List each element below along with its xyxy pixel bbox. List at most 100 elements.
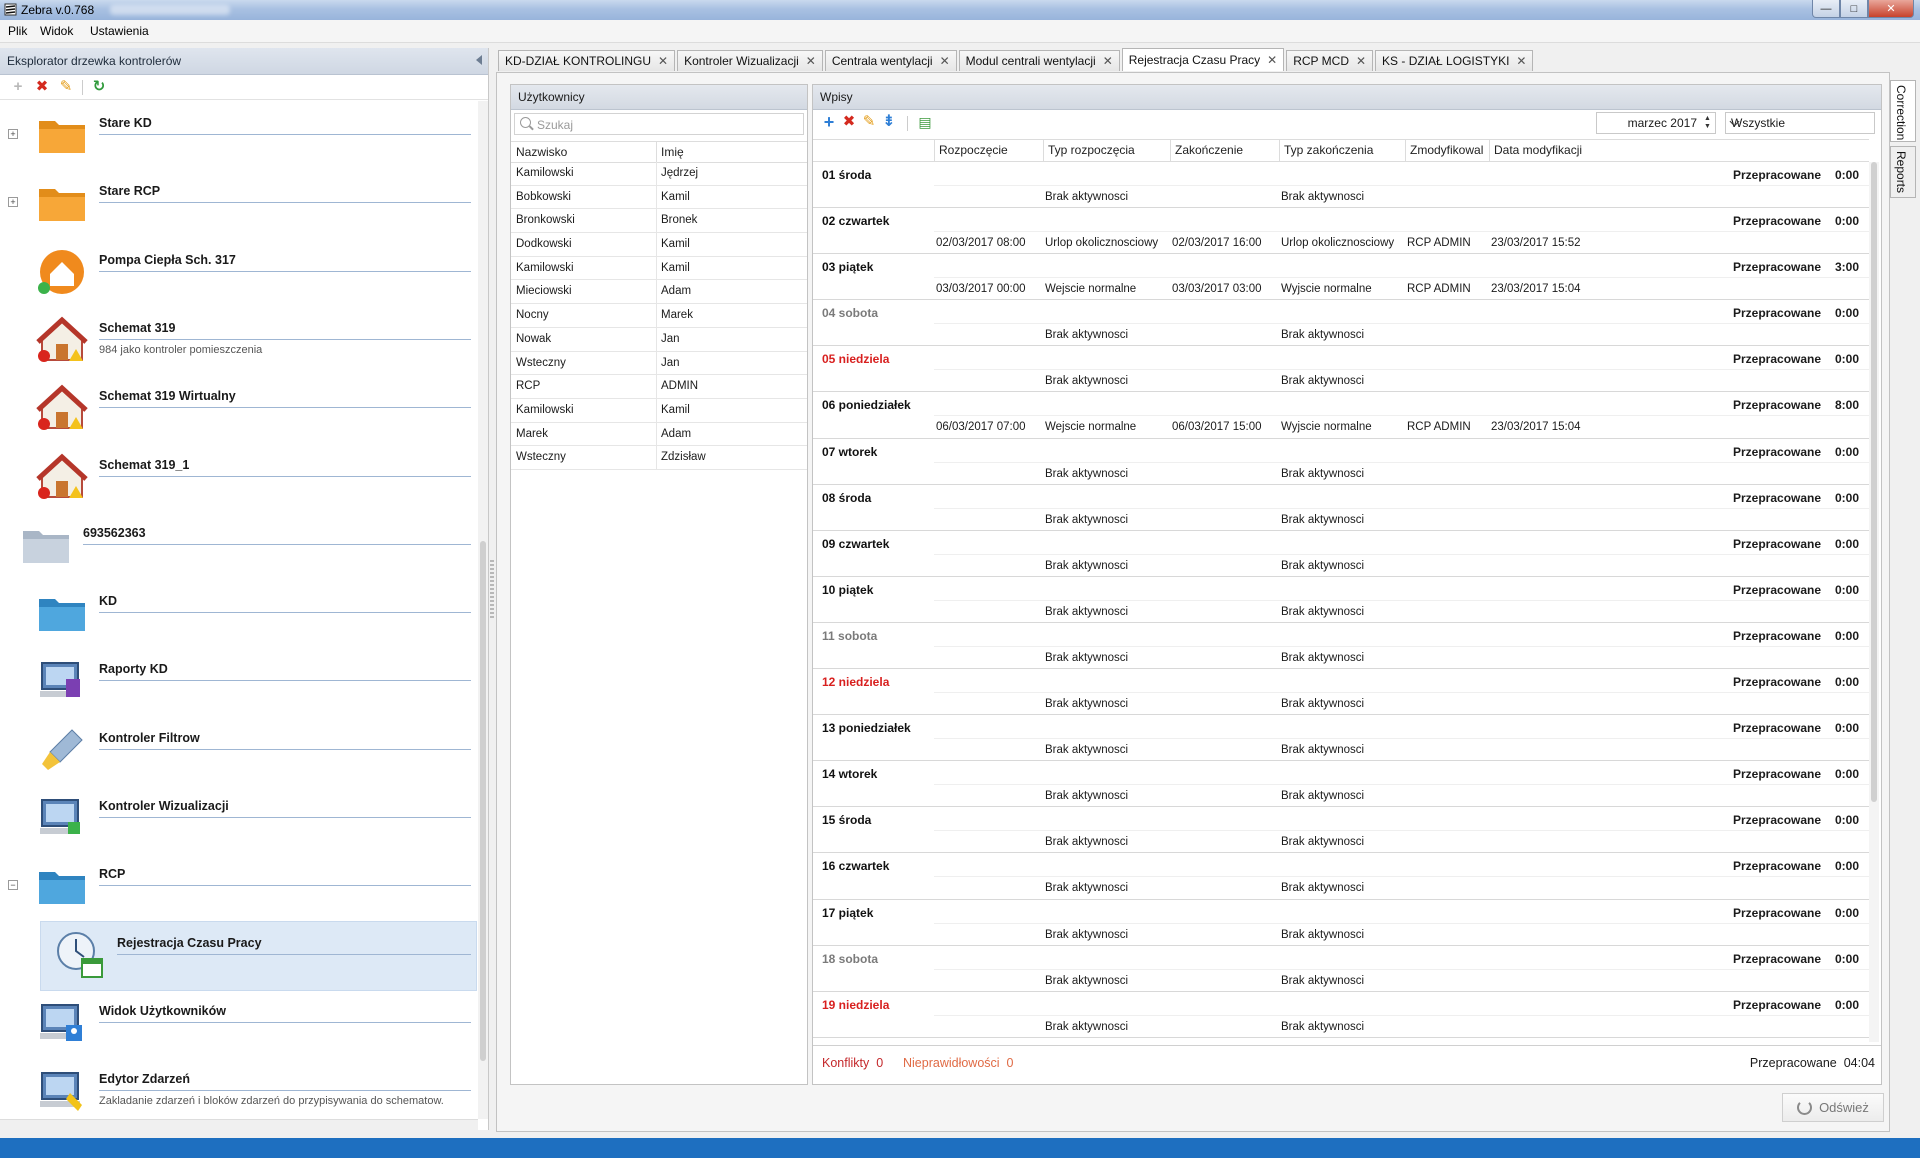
users-search[interactable] [514, 113, 804, 135]
tree-item[interactable]: Widok Użytkowników [0, 989, 478, 1057]
entry-row[interactable]: Brak aktywnosci Brak aktywnosci [934, 645, 1869, 668]
tree-expander-icon[interactable]: − [8, 880, 18, 891]
table-row[interactable]: Mieciowski Adam [511, 280, 807, 305]
entry-row[interactable]: Brak aktywnosci Brak aktywnosci [934, 185, 1869, 207]
month-picker[interactable]: marzec 2017 ▲ ▼ [1596, 112, 1716, 134]
day-row[interactable]: 04 sobota Przepracowane 0:00 Brak aktywnosc… [813, 300, 1869, 347]
day-row[interactable]: 02 czwartek Przepracowane 0:00 02/03/2017 0… [813, 208, 1869, 255]
tree-expander-icon[interactable]: + [8, 197, 18, 208]
tab-item[interactable]: Kontroler Wizualizacji ✕ [677, 50, 823, 71]
table-row[interactable]: Kamilowski Kamil [511, 398, 807, 423]
column-header[interactable]: Zmodyfikowal [1405, 140, 1490, 161]
column-header[interactable]: Rozpoczęcie [934, 140, 1044, 161]
close-tab-icon[interactable]: ✕ [1516, 54, 1526, 68]
table-row[interactable]: Wsteczny Jan [511, 351, 807, 376]
close-tab-icon[interactable]: ✕ [940, 54, 950, 68]
collapse-panel-icon[interactable] [476, 55, 482, 65]
entry-row[interactable]: Brak aktywnosci Brak aktywnosci [934, 461, 1869, 484]
entry-row[interactable]: Brak aktywnosci Brak aktywnosci [934, 323, 1869, 345]
entry-row[interactable]: 06/03/2017 07:00 Wejscie normalne 06/03/20… [934, 415, 1869, 437]
day-row[interactable]: 14 wtorek Przepracowane 0:00 Brak aktywnosc… [813, 761, 1869, 808]
close-tab-icon[interactable]: ✕ [806, 54, 816, 68]
table-row[interactable]: Dodkowski Kamil [511, 233, 807, 257]
tree-item[interactable]: Edytor Zdarzeń Zakladanie zdarzeń i blokó… [0, 1057, 478, 1119]
scroll-thumb[interactable] [480, 541, 486, 1061]
table-row[interactable]: Nowak Jan [511, 327, 807, 352]
column-header[interactable]: Typ zakończenia [1279, 140, 1406, 161]
entry-row[interactable]: Brak aktywnosci Brak aktywnosci [934, 692, 1869, 714]
tree-item[interactable]: 693562363 [0, 511, 478, 579]
add-icon[interactable]: + [10, 79, 26, 95]
entry-row[interactable]: Brak aktywnosci Brak aktywnosci [934, 922, 1869, 945]
export-icon[interactable]: ▤ [917, 114, 933, 130]
tree-item[interactable]: KD [0, 579, 478, 647]
close-tab-icon[interactable]: ✕ [658, 54, 668, 68]
tab-correction[interactable]: Correction [1890, 80, 1916, 142]
entry-row[interactable]: Brak aktywnosci Brak aktywnosci [934, 830, 1869, 852]
tab-item[interactable]: KD-DZIAŁ KONTROLINGU ✕ [498, 50, 676, 71]
delete-entry-icon[interactable]: ✖ [841, 114, 857, 130]
day-row[interactable]: 01 środa Przepracowane 0:00 Brak aktywnosci… [813, 162, 1869, 209]
close-button[interactable]: ✕ [1868, 0, 1914, 18]
close-tab-icon[interactable]: ✕ [1103, 54, 1113, 68]
entry-row[interactable]: Brak aktywnosci Brak aktywnosci [934, 507, 1869, 530]
tree-expander-icon[interactable]: + [8, 129, 18, 139]
tree-item[interactable]: Schemat 319_1 [0, 443, 478, 511]
column-header[interactable]: Typ rozpoczęcia [1043, 140, 1171, 161]
tree-item[interactable]: + Stare RCP [0, 169, 478, 237]
menu-plik[interactable]: Plik [8, 24, 27, 38]
day-row[interactable]: 18 sobota Przepracowane 0:00 Brak aktywnosc… [813, 946, 1869, 992]
tab-item[interactable]: Modul centrali wentylacji ✕ [958, 50, 1120, 71]
day-row[interactable]: 11 sobota Przepracowane 0:00 Brak aktywnosc… [813, 623, 1869, 670]
entry-row[interactable]: Brak aktywnosci Brak aktywnosci [934, 968, 1869, 991]
day-row[interactable]: 12 niedziela Przepracowane 0:00 Brak aktywn… [813, 669, 1869, 716]
day-row[interactable]: 16 czwartek Przepracowane 0:00 Brak aktywno… [813, 853, 1869, 900]
refresh-icon[interactable]: ↻ [91, 79, 107, 95]
entry-row[interactable]: Brak aktywnosci Brak aktywnosci [934, 553, 1869, 576]
minimize-button[interactable]: — [1812, 0, 1840, 18]
column-header[interactable]: Zakończenie [1170, 140, 1280, 161]
day-row[interactable]: 07 wtorek Przepracowane 0:00 Brak aktywnosc… [813, 439, 1869, 485]
day-row[interactable]: 17 piątek Przepracowane 0:00 Brak aktywnosc… [813, 900, 1869, 946]
day-row[interactable]: 06 poniedziałek Przepracowane 8:00 06/03/20… [813, 392, 1869, 439]
entry-row[interactable]: Brak aktywnosci Brak aktywnosci [934, 599, 1869, 622]
column-header[interactable]: Data modyfikacji [1489, 140, 1600, 161]
day-row[interactable]: 15 środa Przepracowane 0:00 Brak aktywnosci… [813, 807, 1869, 854]
day-row[interactable]: 09 czwartek Przepracowane 0:00 Brak aktywno… [813, 531, 1869, 577]
entry-row[interactable]: 02/03/2017 08:00 Urlop okolicznosciowy 02/… [934, 231, 1869, 253]
refresh-button[interactable]: Odśwież [1782, 1093, 1884, 1122]
tab-item[interactable]: RCP MCD ✕ [1286, 50, 1374, 71]
table-row[interactable]: Marek Adam [511, 422, 807, 447]
day-row[interactable]: 03 piątek Przepracowane 3:00 03/03/2017 00:… [813, 254, 1869, 301]
close-tab-icon[interactable]: ✕ [1356, 54, 1366, 68]
tree-item[interactable]: Kontroler Filtrow [0, 716, 478, 784]
day-row[interactable]: 13 poniedziałek Przepracowane 0:00 Brak akt… [813, 715, 1869, 762]
tree-item[interactable]: Schemat 319 Wirtualny [0, 374, 478, 442]
col-imie[interactable]: Imię [656, 142, 684, 162]
table-row[interactable]: Bobkowski Kamil [511, 185, 807, 210]
explorer-vertical-scrollbar[interactable] [478, 101, 488, 1119]
tab-reports[interactable]: Reports [1890, 146, 1916, 198]
menu-ustawienia[interactable]: Ustawienia [90, 24, 149, 38]
entry-row[interactable]: Brak aktywnosci Brak aktywnosci [934, 369, 1869, 391]
add-multiple-icon[interactable]: ⇟ [881, 114, 897, 130]
menu-widok[interactable]: Widok [40, 24, 73, 38]
scroll-thumb[interactable] [1871, 162, 1877, 802]
table-row[interactable]: Wsteczny Zdzisław [511, 446, 807, 470]
entries-filter-select[interactable]: Wszystkie [1725, 112, 1875, 134]
table-row[interactable]: RCP ADMIN [511, 375, 807, 399]
edit-icon[interactable]: ✎ [58, 79, 74, 95]
day-row[interactable]: 19 niedziela Przepracowane 0:00 Brak aktywn… [813, 992, 1869, 1038]
entry-row[interactable]: Brak aktywnosci Brak aktywnosci [934, 1014, 1869, 1037]
entry-row[interactable]: Brak aktywnosci Brak aktywnosci [934, 738, 1869, 760]
add-entry-icon[interactable]: + [821, 113, 837, 131]
table-row[interactable]: Bronkowski Bronek [511, 209, 807, 234]
tree-item[interactable]: Raporty KD [0, 647, 478, 715]
search-input[interactable] [535, 115, 799, 134]
tree-item[interactable]: − RCP [0, 852, 478, 920]
entries-vertical-scrollbar[interactable] [1869, 162, 1879, 1042]
col-nazwisko[interactable]: Nazwisko [516, 145, 567, 159]
tree-item[interactable]: Rejestracja Czasu Pracy [0, 920, 478, 991]
tree-item[interactable]: + Stare KD [0, 101, 478, 169]
day-row[interactable]: 08 środa Przepracowane 0:00 Brak aktywnosci… [813, 485, 1869, 531]
